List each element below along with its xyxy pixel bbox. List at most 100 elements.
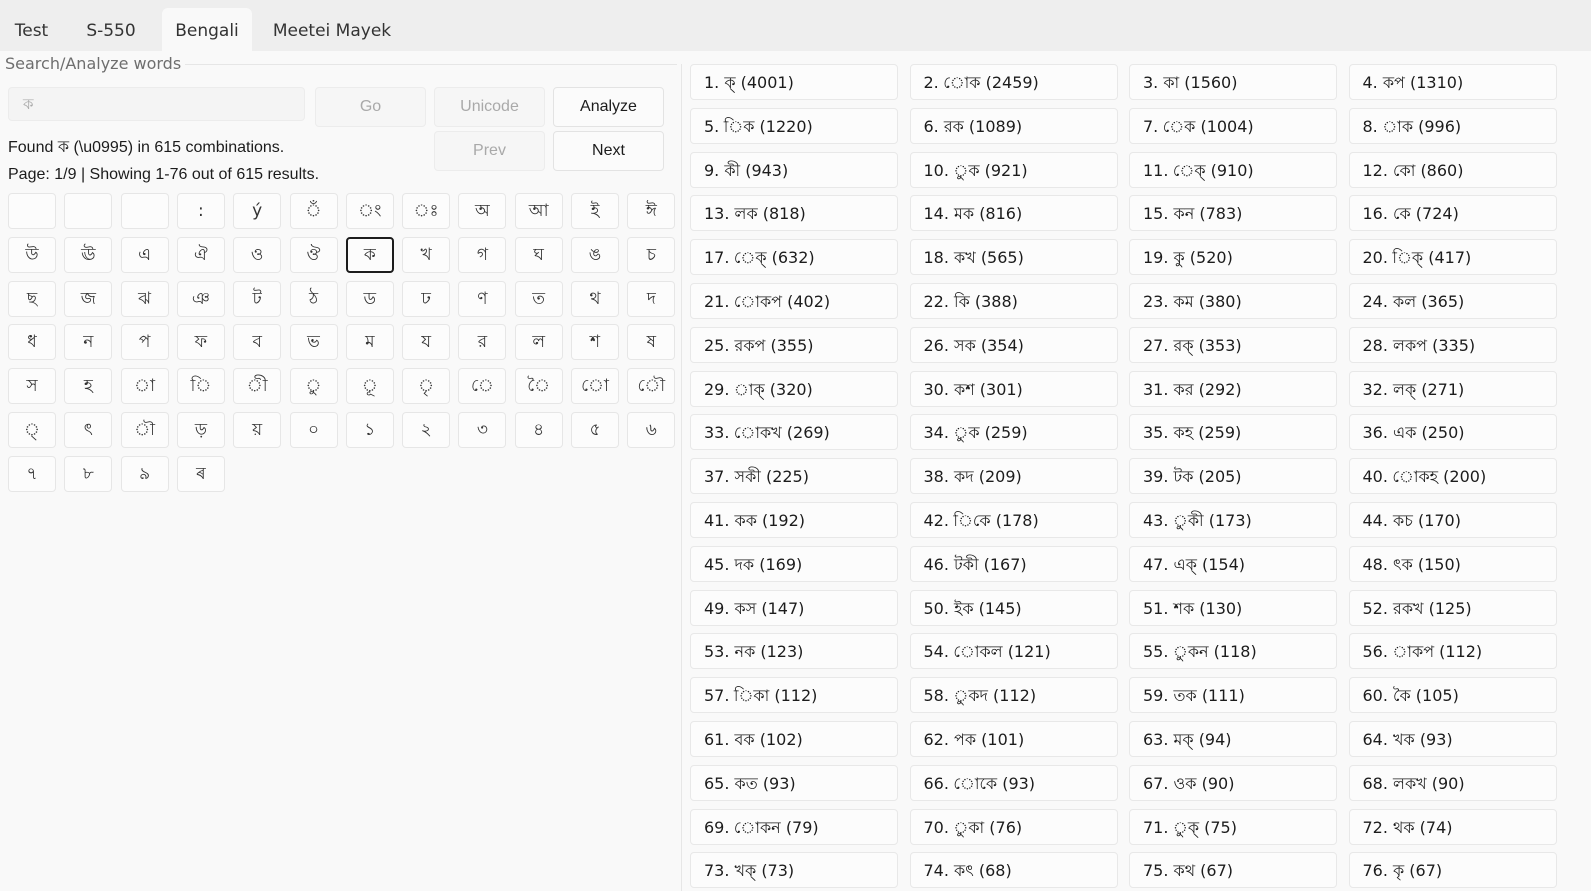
char-key[interactable]: ও — [233, 236, 282, 273]
char-key[interactable]: ড — [345, 280, 394, 317]
prev-button[interactable]: Prev — [434, 131, 545, 171]
char-key[interactable]: ৃ — [402, 368, 451, 405]
result-item[interactable]: 16. কে (724) — [1348, 195, 1557, 232]
char-key[interactable]: ঐ — [176, 236, 225, 273]
result-item[interactable]: 55. ুকন (118) — [1129, 633, 1337, 670]
char-key[interactable]: ন — [64, 324, 113, 361]
result-item[interactable]: 13. লক (818) — [690, 195, 898, 232]
char-key[interactable]: ৫ — [571, 412, 619, 448]
result-item[interactable]: 43. ুকী (173) — [1129, 502, 1337, 538]
result-item[interactable]: 8. াক (996) — [1348, 107, 1557, 144]
result-item[interactable]: 28. লকপ (335) — [1348, 326, 1557, 363]
char-key[interactable]: ড় — [176, 412, 225, 448]
result-item[interactable]: 50. ইক (145) — [909, 589, 1118, 626]
result-item[interactable]: 18. কখ (565) — [909, 239, 1118, 276]
result-item[interactable]: 3. কা (1560) — [1129, 64, 1337, 100]
tab-test[interactable]: Test — [0, 8, 63, 51]
result-item[interactable]: 56. াকপ (112) — [1348, 633, 1557, 670]
result-item[interactable]: 71. ুক্ (75) — [1129, 808, 1337, 845]
char-key[interactable]: ে — [458, 368, 507, 405]
char-key[interactable]: ব — [233, 324, 282, 361]
char-key[interactable]: ৩ — [458, 412, 507, 448]
result-item[interactable]: 34. ুক (259) — [909, 414, 1118, 451]
result-item[interactable]: 9. কী (943) — [690, 151, 898, 188]
char-key[interactable]: ৮ — [64, 455, 113, 492]
result-item[interactable]: 40. োকহ (200) — [1348, 458, 1557, 495]
result-item[interactable]: 53. নক (123) — [690, 633, 898, 670]
result-item[interactable]: 29. াক্ (320) — [690, 370, 898, 407]
result-item[interactable]: 11. েক্ (910) — [1129, 151, 1337, 188]
result-item[interactable]: 10. ুক (921) — [909, 151, 1118, 188]
char-key[interactable]: ঔ — [289, 236, 338, 273]
result-item[interactable]: 32. লক্ (271) — [1348, 370, 1557, 407]
result-item[interactable]: 17. েক্ (632) — [690, 239, 898, 276]
result-item[interactable]: 31. কর (292) — [1129, 370, 1337, 407]
result-item[interactable]: 27. রক্ (353) — [1129, 326, 1337, 363]
tab-bengali[interactable]: Bengali — [162, 8, 252, 51]
char-key[interactable]: ঞ — [176, 280, 225, 317]
result-item[interactable]: 46. টকী (167) — [909, 545, 1118, 582]
result-item[interactable]: 14. মক (816) — [909, 195, 1118, 232]
result-item[interactable]: 12. কো (860) — [1348, 151, 1557, 188]
char-key[interactable]: উ — [8, 236, 56, 273]
char-key[interactable]: গ — [458, 236, 507, 273]
char-key[interactable]: ৈ — [514, 368, 563, 405]
unicode-button[interactable]: Unicode — [434, 87, 545, 127]
result-item[interactable]: 76. কৃ (67) — [1348, 852, 1557, 889]
result-item[interactable]: 47. এক্ (154) — [1129, 545, 1337, 582]
char-key[interactable]: ভ — [289, 324, 338, 361]
char-key[interactable]: ো — [571, 368, 619, 405]
char-key[interactable]: র — [458, 324, 507, 361]
char-key[interactable]: ঠ — [289, 280, 338, 317]
result-item[interactable]: 67. ওক (90) — [1129, 764, 1337, 801]
char-key[interactable]: ্ — [8, 412, 56, 448]
char-key[interactable]: ý — [233, 193, 282, 229]
char-key[interactable]: ১ — [345, 412, 394, 448]
result-item[interactable]: 68. লকখ (90) — [1348, 764, 1557, 801]
char-key[interactable]: ঊ — [64, 236, 113, 273]
result-item[interactable]: 21. োকপ (402) — [690, 283, 898, 319]
char-key[interactable]: ৎ — [64, 412, 113, 448]
search-input[interactable]: ক — [8, 87, 305, 121]
result-item[interactable]: 30. কশ (301) — [909, 370, 1118, 407]
char-key[interactable]: ী — [233, 368, 282, 405]
char-key[interactable]: প — [120, 324, 169, 361]
result-item[interactable]: 6. রক (1089) — [909, 107, 1118, 144]
result-item[interactable]: 23. কম (380) — [1129, 283, 1337, 319]
char-key[interactable] — [8, 193, 56, 229]
result-item[interactable]: 7. েক (1004) — [1129, 107, 1337, 144]
result-item[interactable]: 73. খক্ (73) — [690, 852, 898, 889]
char-key[interactable]: ি — [176, 368, 225, 405]
result-item[interactable]: 45. দক (169) — [690, 545, 898, 582]
char-key[interactable]: থ — [571, 280, 619, 317]
result-item[interactable]: 37. সকী (225) — [690, 458, 898, 495]
char-key[interactable]: হ — [64, 368, 113, 405]
result-item[interactable]: 66. োকে (93) — [909, 764, 1118, 801]
tab-s550[interactable]: S-550 — [72, 8, 150, 51]
char-key[interactable]: ৭ — [8, 455, 56, 492]
char-key[interactable]: ৯ — [120, 455, 169, 492]
result-item[interactable]: 4. কপ (1310) — [1348, 64, 1557, 100]
result-item[interactable]: 24. কল (365) — [1348, 283, 1557, 319]
result-item[interactable]: 36. এক (250) — [1348, 414, 1557, 451]
result-item[interactable]: 65. কত (93) — [690, 764, 898, 801]
char-key[interactable]: ূ — [345, 368, 394, 405]
result-item[interactable]: 72. থক (74) — [1348, 808, 1557, 845]
result-item[interactable]: 15. কন (783) — [1129, 195, 1337, 232]
result-item[interactable]: 25. রকপ (355) — [690, 326, 898, 363]
char-key[interactable]: ই — [571, 193, 619, 229]
char-key[interactable]: শ — [571, 324, 619, 361]
char-key[interactable]: জ — [64, 280, 113, 317]
char-key[interactable]: চ — [627, 236, 676, 273]
char-key[interactable]: ৪ — [514, 412, 563, 448]
next-button[interactable]: Next — [553, 131, 664, 171]
char-key[interactable]: ফ — [176, 324, 225, 361]
char-key[interactable]: ঙ — [571, 236, 619, 273]
result-item[interactable]: 20. িক্ (417) — [1348, 239, 1557, 276]
result-item[interactable]: 58. ুকদ (112) — [909, 677, 1118, 714]
result-item[interactable]: 52. রকখ (125) — [1348, 589, 1557, 626]
char-key[interactable]: ত — [514, 280, 563, 317]
char-key[interactable]: ছ — [8, 280, 56, 317]
result-item[interactable]: 61. বক (102) — [690, 721, 898, 757]
result-item[interactable]: 5. িক (1220) — [690, 107, 898, 144]
